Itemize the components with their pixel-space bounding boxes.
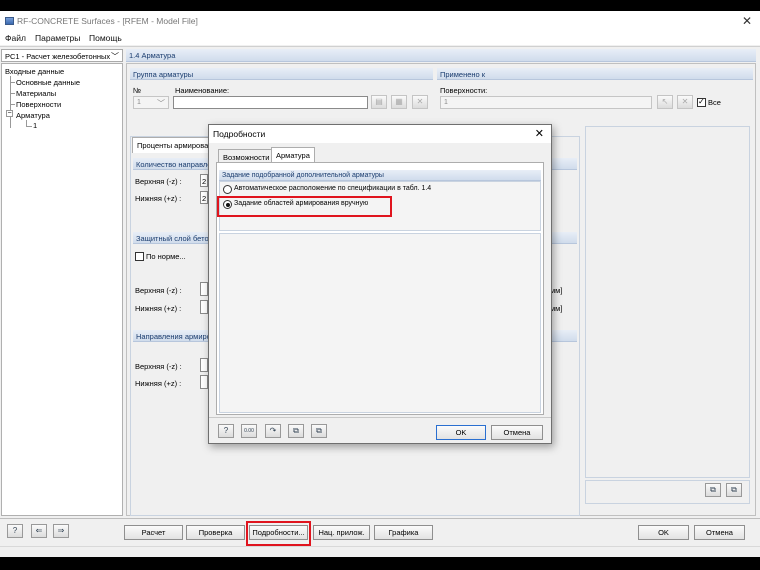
all-surfaces-checkbox[interactable]: ✓ bbox=[697, 97, 706, 107]
surfaces-input[interactable]: 1 bbox=[440, 96, 652, 109]
lower-cover-label: Нижняя (+z) : bbox=[135, 304, 182, 313]
lower-count-input[interactable]: 2 bbox=[200, 191, 208, 204]
delete-icon[interactable]: ✕ bbox=[412, 95, 428, 109]
lower-count-label: Нижняя (+z) : bbox=[135, 194, 182, 203]
dialog-ok-button[interactable]: OK bbox=[436, 425, 486, 440]
menu-help[interactable]: Помощь bbox=[89, 33, 122, 43]
cancel-button[interactable]: Отмена bbox=[694, 525, 745, 540]
dialog-help-icon[interactable]: ? bbox=[218, 424, 234, 438]
window-title: RF-CONCRETE Surfaces - [RFEM - Model Fil… bbox=[17, 16, 198, 26]
applied-header: Применено к bbox=[437, 68, 753, 80]
navigator-tree: Входные данные Основные данные Материалы… bbox=[1, 63, 123, 516]
dialog-import-icon[interactable]: ⧉ bbox=[288, 424, 304, 438]
group-name-input[interactable] bbox=[173, 96, 368, 109]
tree-item-surfaces[interactable]: Поверхности bbox=[16, 100, 61, 109]
close-icon[interactable]: ✕ bbox=[742, 14, 752, 28]
dialog-close-icon[interactable]: ✕ bbox=[535, 127, 544, 140]
export-data-icon[interactable]: ⇒ bbox=[53, 524, 69, 538]
help-icon[interactable]: ? bbox=[7, 524, 23, 538]
upper-cover-label: Верхняя (-z) : bbox=[135, 286, 182, 295]
upper-count-label: Верхняя (-z) : bbox=[135, 177, 182, 186]
group-number-select[interactable]: 1 ﹀ bbox=[133, 96, 169, 109]
tree-item-reinforcement[interactable]: Арматура bbox=[16, 111, 50, 120]
surfaces-label: Поверхности: bbox=[440, 86, 488, 95]
all-surfaces-label: Все bbox=[708, 98, 721, 107]
collapse-icon[interactable]: − bbox=[6, 110, 13, 117]
menu-parameters[interactable]: Параметры bbox=[35, 33, 80, 43]
by-norm-label: По норме... bbox=[146, 252, 186, 261]
upper-count-input[interactable]: 2 bbox=[200, 174, 208, 187]
dialog-empty-area bbox=[219, 233, 541, 413]
preview-panel bbox=[585, 126, 750, 478]
tree-item-basic[interactable]: Основные данные bbox=[16, 78, 80, 87]
upper-cover-input[interactable] bbox=[200, 282, 208, 296]
dialog-value-icon[interactable]: 0.00 bbox=[241, 424, 257, 438]
ok-button[interactable]: OK bbox=[638, 525, 689, 540]
export-icon[interactable]: ⧉ bbox=[726, 483, 742, 497]
lower-dir-label: Нижняя (+z) : bbox=[135, 379, 182, 388]
panel-title: 1.4 Арматура bbox=[126, 49, 756, 62]
group-number-value: 1 bbox=[137, 99, 141, 106]
upper-dir-label: Верхняя (-z) : bbox=[135, 362, 182, 371]
pick-icon[interactable]: ↖ bbox=[657, 95, 673, 109]
lower-cover-input[interactable] bbox=[200, 300, 208, 314]
clear-icon[interactable]: ✕ bbox=[677, 95, 693, 109]
national-annex-button[interactable]: Нац. прилож. bbox=[313, 525, 370, 540]
dialog-cancel-button[interactable]: Отмена bbox=[491, 425, 543, 440]
by-norm-checkbox[interactable] bbox=[135, 252, 144, 261]
case-selector-value: PC1 - Расчет железобетонных bbox=[5, 52, 111, 61]
import-data-icon[interactable]: ⇐ bbox=[31, 524, 47, 538]
dialog-export-icon[interactable]: ⧉ bbox=[311, 424, 327, 438]
value-icon-text: 0.00 bbox=[244, 428, 254, 434]
check-button[interactable]: Проверка bbox=[186, 525, 245, 540]
chevron-down-icon: ﹀ bbox=[111, 52, 119, 61]
lower-dir-input[interactable] bbox=[200, 375, 208, 389]
copy-icon[interactable]: ▦ bbox=[391, 95, 407, 109]
graphics-button[interactable]: Графика bbox=[374, 525, 433, 540]
option-auto-label: Автоматическое расположение по специфика… bbox=[234, 185, 432, 192]
upper-dir-input[interactable] bbox=[200, 358, 208, 372]
name-label: Наименование: bbox=[175, 86, 230, 95]
title-bar: RF-CONCRETE Surfaces - [RFEM - Model Fil… bbox=[0, 11, 760, 31]
dialog-title: Подробности bbox=[213, 129, 266, 139]
highlight-manual-option bbox=[217, 196, 392, 217]
details-dialog: Подробности ✕ Возможности Арматура Задан… bbox=[208, 124, 552, 444]
group-header: Группа арматуры bbox=[130, 68, 433, 80]
case-selector[interactable]: PC1 - Расчет железобетонных ﹀ bbox=[1, 49, 123, 62]
app-icon bbox=[5, 17, 14, 25]
dialog-reset-icon[interactable]: ↷ bbox=[265, 424, 281, 438]
no-label: № bbox=[133, 86, 142, 95]
calculate-button[interactable]: Расчет bbox=[124, 525, 183, 540]
group-header-dialog: Задание подобранной дополнительной армат… bbox=[219, 170, 541, 181]
tree-root[interactable]: Входные данные bbox=[5, 67, 64, 76]
menu-bar: Файл Параметры Помощь bbox=[0, 31, 760, 45]
tree-item-materials[interactable]: Материалы bbox=[16, 89, 56, 98]
highlight-details-button bbox=[246, 521, 311, 546]
import-icon[interactable]: ⧉ bbox=[705, 483, 721, 497]
tab-reinforcement[interactable]: Арматура bbox=[271, 147, 315, 163]
chevron-down-icon: ﹀ bbox=[157, 99, 165, 108]
tree-item-group-1[interactable]: 1 bbox=[33, 121, 37, 130]
new-icon[interactable]: ▤ bbox=[371, 95, 387, 109]
tab-percent[interactable]: Проценты армирован bbox=[132, 137, 218, 153]
menu-file[interactable]: Файл bbox=[5, 33, 26, 43]
dialog-title-bar: Подробности ✕ bbox=[209, 125, 551, 143]
option-auto-radio[interactable] bbox=[223, 185, 232, 194]
